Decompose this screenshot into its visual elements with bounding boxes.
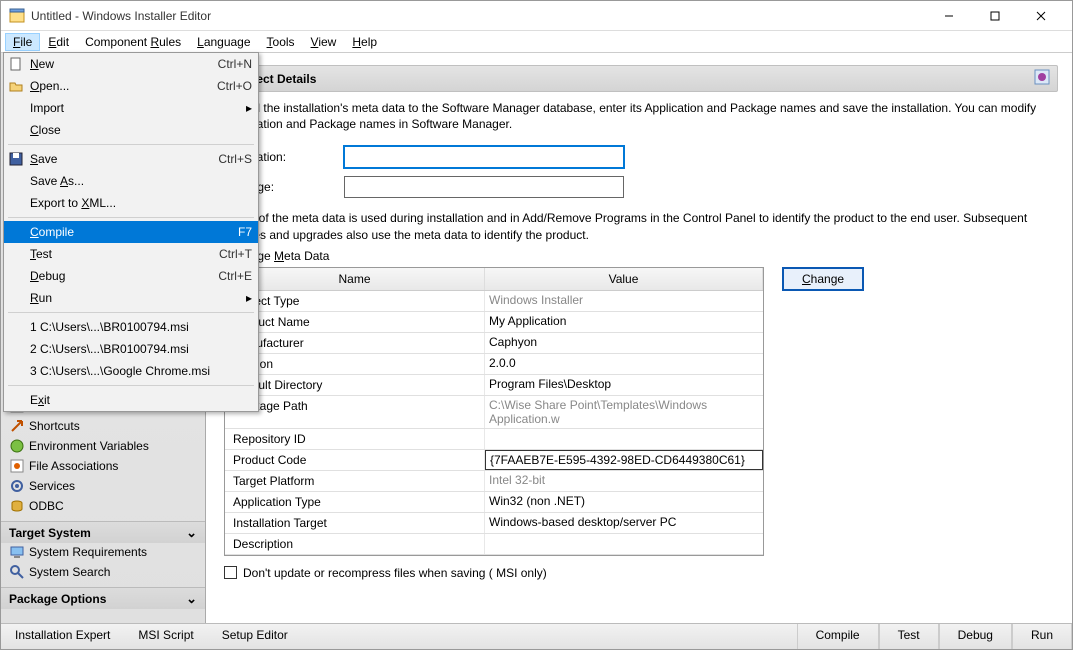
table-row[interactable]: Application TypeWin32 (non .NET)	[225, 492, 763, 513]
menu-component-rules[interactable]: Component Rules	[77, 33, 189, 51]
menu-edit[interactable]: Edit	[40, 33, 77, 51]
file-test[interactable]: TestCtrl+T	[4, 243, 258, 265]
table-row[interactable]: Description	[225, 534, 763, 555]
footer-bar: Installation Expert MSI Script Setup Edi…	[1, 623, 1072, 649]
checkbox-icon	[224, 566, 237, 579]
page-title: Project Details	[224, 65, 1058, 92]
meta-data-label: Package Meta Data	[224, 249, 1058, 263]
tab-installation-expert[interactable]: Installation Expert	[1, 624, 124, 649]
file-exit[interactable]: Exit	[4, 389, 258, 411]
grid-header-name: Name	[225, 268, 485, 290]
change-button[interactable]: Change	[782, 267, 864, 291]
footer-debug-button[interactable]: Debug	[939, 624, 1012, 649]
table-row[interactable]: Package PathC:\Wise Share Point\Template…	[225, 396, 763, 429]
table-row[interactable]: Project TypeWindows Installer	[225, 291, 763, 312]
sidebar-group-target-system[interactable]: Target System	[1, 521, 205, 543]
menu-view[interactable]: View	[303, 33, 345, 51]
window-title: Untitled - Windows Installer Editor	[31, 9, 926, 23]
menu-tools[interactable]: Tools	[259, 33, 303, 51]
menu-file[interactable]: File	[5, 33, 40, 51]
file-recent-2[interactable]: 2 C:\Users\...\BR0100794.msi	[4, 338, 258, 360]
file-run[interactable]: Run▸	[4, 287, 258, 309]
menu-language[interactable]: Language	[189, 33, 258, 51]
table-row[interactable]: Version2.0.0	[225, 354, 763, 375]
table-row[interactable]: Default DirectoryProgram Files\Desktop	[225, 375, 763, 396]
tab-setup-editor[interactable]: Setup Editor	[208, 624, 302, 649]
description-1: To add the installation's meta data to t…	[224, 100, 1058, 132]
table-row[interactable]: Target PlatformIntel 32-bit	[225, 471, 763, 492]
minimize-button[interactable]	[926, 1, 972, 31]
table-row[interactable]: Repository ID	[225, 429, 763, 450]
maximize-button[interactable]	[972, 1, 1018, 31]
file-import[interactable]: Import▸	[4, 97, 258, 119]
dont-update-checkbox[interactable]: Don't update or recompress files when sa…	[224, 566, 1058, 580]
file-recent-3[interactable]: 3 C:\Users\...\Google Chrome.msi	[4, 360, 258, 382]
table-row[interactable]: ManufacturerCaphyon	[225, 333, 763, 354]
chevron-down-icon	[186, 591, 197, 607]
table-row[interactable]: Product NameMy Application	[225, 312, 763, 333]
sidebar-item-sys-req[interactable]: System Requirements	[1, 543, 205, 561]
sidebar-item-file-assoc[interactable]: File Associations	[1, 457, 205, 475]
file-menu-dropdown: NewCtrl+N Open...Ctrl+O Import▸ Close Sa…	[3, 52, 259, 412]
sidebar-item-services[interactable]: Services	[1, 477, 205, 495]
grid-header-value: Value	[485, 268, 763, 290]
description-2: Some of the meta data is used during ins…	[224, 210, 1058, 242]
tab-msi-script[interactable]: MSI Script	[124, 624, 207, 649]
file-recent-1[interactable]: 1 C:\Users\...\BR0100794.msi	[4, 316, 258, 338]
meta-data-grid[interactable]: Name Value Project TypeWindows Installer…	[224, 267, 764, 556]
table-row[interactable]: Product Code{7FAAEB7E-E595-4392-98ED-CD6…	[225, 450, 763, 471]
file-debug[interactable]: DebugCtrl+E	[4, 265, 258, 287]
open-folder-icon	[8, 78, 24, 94]
menu-bar: File Edit Component Rules Language Tools…	[1, 31, 1072, 53]
file-save[interactable]: SaveCtrl+S	[4, 148, 258, 170]
sidebar-item-odbc[interactable]: ODBC	[1, 497, 205, 515]
sidebar-item-env-vars[interactable]: Environment Variables	[1, 437, 205, 455]
application-input[interactable]	[344, 146, 624, 168]
chevron-down-icon	[186, 525, 197, 541]
file-close[interactable]: Close	[4, 119, 258, 141]
new-file-icon	[8, 56, 24, 72]
details-icon	[1033, 68, 1051, 86]
menu-help[interactable]: Help	[344, 33, 385, 51]
file-compile[interactable]: CompileF7	[4, 221, 258, 243]
table-row[interactable]: Installation TargetWindows-based desktop…	[225, 513, 763, 534]
title-bar: Untitled - Windows Installer Editor	[1, 1, 1072, 31]
footer-run-button[interactable]: Run	[1012, 624, 1072, 649]
package-input[interactable]	[344, 176, 624, 198]
sidebar-item-sys-search[interactable]: System Search	[1, 563, 205, 581]
close-button[interactable]	[1018, 1, 1064, 31]
file-save-as[interactable]: Save As...	[4, 170, 258, 192]
footer-test-button[interactable]: Test	[879, 624, 939, 649]
save-icon	[8, 151, 24, 167]
sidebar-item-shortcuts[interactable]: Shortcuts	[1, 417, 205, 435]
file-new[interactable]: NewCtrl+N	[4, 53, 258, 75]
main-panel: Project Details To add the installation'…	[206, 53, 1072, 623]
footer-compile-button[interactable]: Compile	[797, 624, 879, 649]
file-open[interactable]: Open...Ctrl+O	[4, 75, 258, 97]
sidebar-group-package-options[interactable]: Package Options	[1, 587, 205, 609]
app-icon	[9, 8, 25, 24]
file-export-xml[interactable]: Export to XML...	[4, 192, 258, 214]
